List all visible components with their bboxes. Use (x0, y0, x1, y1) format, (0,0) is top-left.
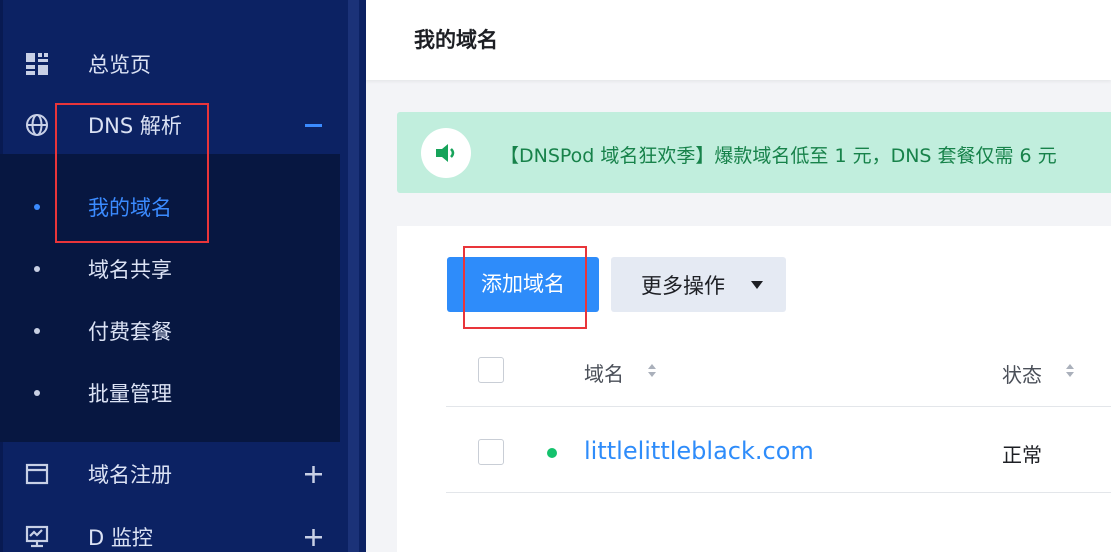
sidebar-item-label: DNS 解析 (88, 114, 182, 138)
select-all-checkbox[interactable] (478, 357, 504, 383)
sidebar-item-label: 批量管理 (88, 382, 172, 406)
bullet-dot-icon (34, 204, 40, 210)
sidebar: 总览页 DNS 解析 我的域名 域名共享 付费套餐 批量管理 域名注册 D 监控 (0, 0, 366, 552)
header-bar: 我的域名 (366, 0, 1111, 80)
sidebar-item-label: 域名共享 (88, 258, 172, 282)
expand-plus-icon[interactable] (303, 463, 325, 485)
sidebar-item-domain-registration[interactable]: 域名注册 (0, 443, 340, 505)
dashboard-grid-icon (24, 51, 50, 77)
promo-banner: 【DNSPod 域名狂欢季】爆款域名低至 1 元，DNS 套餐仅需 6 元 (397, 112, 1111, 193)
sidebar-item-domain-share[interactable]: 域名共享 (0, 238, 340, 300)
sidebar-item-dns[interactable]: DNS 解析 (0, 94, 340, 156)
sidebar-item-my-domains[interactable]: 我的域名 (0, 176, 340, 238)
sidebar-item-overview[interactable]: 总览页 (0, 33, 340, 95)
sidebar-item-paid-plans[interactable]: 付费套餐 (0, 300, 340, 362)
bullet-dot-icon (34, 390, 40, 396)
banner-icon-circle (421, 128, 471, 178)
dns-submenu: 我的域名 域名共享 付费套餐 批量管理 (0, 154, 340, 442)
page-title: 我的域名 (414, 28, 498, 52)
status-dot-icon (547, 448, 557, 458)
collapse-minus-icon[interactable] (303, 114, 325, 136)
sidebar-item-label: 我的域名 (88, 196, 172, 220)
sidebar-item-batch-management[interactable]: 批量管理 (0, 362, 340, 424)
sidebar-item-label: 付费套餐 (88, 320, 172, 344)
sidebar-item-label: D 监控 (88, 526, 153, 550)
monitor-icon (24, 524, 50, 550)
banner-text[interactable]: 【DNSPod 域名狂欢季】爆款域名低至 1 元，DNS 套餐仅需 6 元 (500, 141, 1057, 168)
globe-icon (24, 112, 50, 138)
caret-down-icon (751, 281, 763, 289)
more-actions-label: 更多操作 (641, 273, 725, 298)
expand-plus-icon[interactable] (303, 526, 325, 548)
sidebar-item-d-monitor[interactable]: D 监控 (0, 506, 340, 552)
row-checkbox[interactable] (478, 439, 504, 465)
domain-list-panel: 添加域名 更多操作 域名 状态 littlelittleblack.com 正常 (397, 226, 1111, 552)
bullet-dot-icon (34, 328, 40, 334)
table-row-divider (446, 492, 1111, 493)
sort-icon[interactable] (1065, 363, 1075, 379)
column-header-status[interactable]: 状态 (1002, 359, 1042, 388)
table-header-divider (446, 406, 1111, 407)
domain-status: 正常 (1002, 443, 1042, 467)
column-header-domain[interactable]: 域名 (584, 358, 624, 387)
app-root: 总览页 DNS 解析 我的域名 域名共享 付费套餐 批量管理 域名注册 D 监控… (0, 0, 1111, 552)
sidebar-scrollbar-thumb[interactable] (348, 0, 359, 552)
bullet-dot-icon (34, 266, 40, 272)
browser-window-icon (24, 461, 50, 487)
sidebar-item-label: 域名注册 (88, 463, 172, 487)
sort-icon[interactable] (647, 363, 657, 379)
add-domain-button[interactable]: 添加域名 (447, 257, 599, 312)
speaker-icon (436, 144, 455, 162)
more-actions-button[interactable]: 更多操作 (611, 257, 786, 312)
sidebar-item-label: 总览页 (88, 53, 151, 77)
domain-link[interactable]: littlelittleblack.com (584, 437, 814, 465)
